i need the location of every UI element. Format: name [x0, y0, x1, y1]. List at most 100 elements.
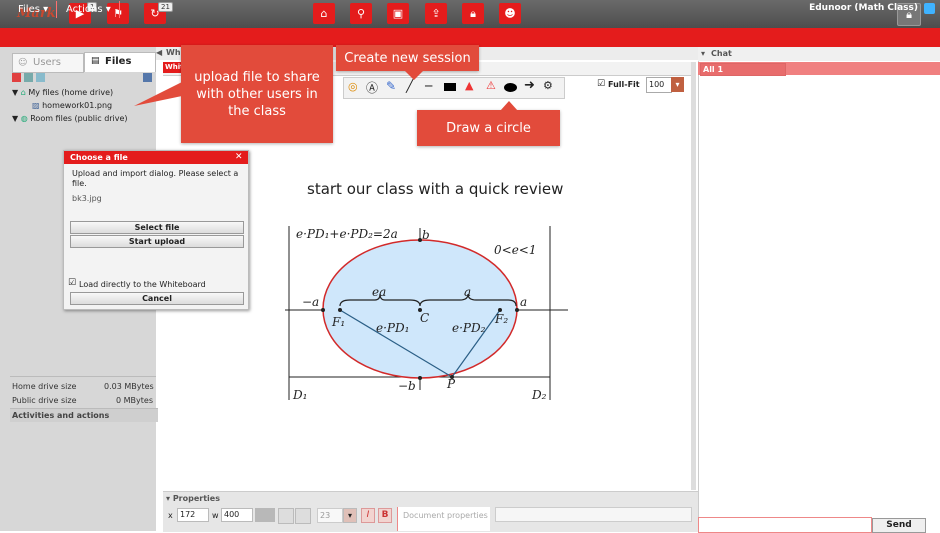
document-properties-field[interactable]: Document properties: [397, 507, 490, 531]
fullfit-label: Full-Fit: [608, 80, 640, 89]
refresh-files-icon[interactable]: [36, 73, 45, 82]
globe-icon: ◍: [20, 114, 28, 123]
collapse-left-icon[interactable]: ◀: [156, 48, 162, 57]
home-button[interactable]: ⌂: [313, 3, 335, 24]
font-size-input[interactable]: 23: [317, 508, 343, 523]
home-drive-value: 0.03 MBytes: [104, 382, 154, 391]
vertex-left-point: [321, 308, 325, 312]
search-icon: ⚲: [356, 7, 366, 20]
activities-header[interactable]: Activities and actions: [10, 408, 158, 422]
load-whiteboard-label: Load directly to the Whiteboard: [79, 280, 206, 289]
upload-icon[interactable]: [24, 73, 33, 82]
label-neg-a: −a: [302, 295, 319, 309]
users-icon: ☺: [18, 58, 28, 68]
start-upload-button[interactable]: Start upload: [70, 235, 244, 248]
lock-button[interactable]: 🔒︎: [462, 3, 484, 24]
color-swatch[interactable]: [255, 508, 275, 522]
zoom-dropdown-button[interactable]: ▾: [671, 77, 684, 92]
share-icon: ⇪: [431, 7, 441, 20]
collapse-chat-icon[interactable]: ▾: [701, 49, 705, 58]
profile-button[interactable]: ▣: [387, 3, 409, 24]
tree-room-files[interactable]: ▼ ◍ Room files (public drive): [12, 114, 128, 123]
label-neg-b: −b: [398, 379, 416, 393]
label-epd1: e·PD₁: [376, 321, 409, 335]
files-menu[interactable]: Files ▾: [10, 1, 58, 18]
rectangle-icon[interactable]: [444, 83, 456, 91]
warning-icon[interactable]: ⚠: [486, 79, 496, 92]
hline-icon[interactable]: ─: [425, 79, 432, 93]
label-ea: ea: [372, 285, 386, 299]
upload-tooltip-pointer: [134, 82, 182, 106]
vertex-right-point: [515, 308, 519, 312]
cancel-button[interactable]: Cancel: [70, 292, 244, 305]
dialog-title: Choose a file: [70, 153, 128, 162]
paint-icon[interactable]: ◎: [348, 80, 358, 93]
circle-tooltip-pointer: [500, 101, 518, 111]
load-whiteboard-checkbox[interactable]: ☑: [68, 278, 76, 288]
fullfit-checkbox[interactable]: ☑: [597, 79, 605, 89]
label-a-brace: a: [464, 285, 471, 299]
arrow-icon[interactable]: ➜: [524, 78, 535, 93]
group-icon: ☻: [504, 7, 516, 20]
upload-tooltip: upload file to share with other users in…: [181, 45, 333, 143]
line-icon[interactable]: ╱: [406, 79, 413, 93]
chat-panel: [698, 47, 940, 531]
w-input[interactable]: 400: [221, 508, 253, 522]
properties-header[interactable]: ▾ Properties: [166, 494, 220, 503]
tab-users[interactable]: ☺ Users: [12, 53, 84, 73]
new-session-button[interactable]: ⇪: [425, 3, 447, 24]
delete-file-icon[interactable]: [143, 73, 152, 82]
dialog-titlebar: Choose a file ✕: [64, 151, 248, 164]
settings-icon[interactable]: ⚙: [543, 79, 553, 92]
selected-filename: bk3.jpg: [72, 194, 102, 203]
whiteboard-scrollbar[interactable]: [691, 62, 696, 490]
formula-label: e·PD₁+e·PD₂=2a: [296, 227, 398, 241]
text-icon[interactable]: Ⓐ: [366, 79, 378, 96]
italic-button[interactable]: I: [361, 508, 375, 523]
x-input[interactable]: 172: [177, 508, 209, 522]
close-icon[interactable]: ✕: [235, 152, 243, 162]
lock-icon: 🔒︎: [470, 6, 476, 20]
select-file-button[interactable]: Select file: [70, 221, 244, 234]
users-button[interactable]: ☻: [499, 3, 521, 24]
label-d2: D₂: [531, 388, 547, 402]
new-folder-icon[interactable]: [12, 73, 21, 82]
folder-icon: ▤: [91, 56, 100, 66]
id-card-icon: ▣: [392, 7, 404, 20]
fill-icon[interactable]: [278, 508, 294, 524]
actions-menu[interactable]: Actions ▾: [58, 1, 120, 18]
circle-icon[interactable]: [504, 83, 517, 92]
font-size-dropdown[interactable]: ▾: [343, 508, 357, 523]
label-f2: F₂: [494, 312, 508, 326]
search-button[interactable]: ⚲: [350, 3, 372, 24]
session-tooltip-pointer: [405, 71, 423, 80]
home-drive-label: Home drive size: [12, 382, 77, 391]
circle-tooltip: Draw a circle: [417, 110, 560, 146]
w-label: w: [212, 511, 219, 520]
label-c: C: [420, 311, 429, 325]
chat-recipient-select[interactable]: All 1: [700, 63, 786, 76]
bottom-point: [418, 376, 422, 380]
upload-dialog: Choose a file ✕ Upload and import dialog…: [63, 150, 249, 310]
focus1-point: [338, 308, 342, 312]
tree-homework-file[interactable]: ▨ homework01.png: [32, 101, 112, 110]
document-properties-input[interactable]: [495, 507, 692, 522]
tab-files[interactable]: ▤ Files: [84, 52, 156, 72]
monitor-icon[interactable]: [924, 3, 935, 14]
highlight-icon[interactable]: ▲: [465, 79, 473, 92]
pen-icon[interactable]: ✎: [386, 79, 396, 93]
sessions-badge: 21: [158, 2, 173, 12]
tree-my-files[interactable]: ▼ ⌂ My files (home drive): [12, 88, 113, 97]
public-drive-value: 0 MBytes: [116, 396, 153, 405]
zoom-input[interactable]: 100: [646, 77, 672, 93]
home-icon: ⌂: [320, 7, 328, 20]
whiteboard-title: start our class with a quick review: [307, 180, 564, 198]
user-info: Edunoor (Math Class): [809, 3, 918, 13]
stroke-icon[interactable]: [295, 508, 311, 524]
constraint-label: 0<e<1: [494, 243, 536, 257]
bold-button[interactable]: B: [378, 508, 392, 523]
chat-header: ▾ Chat: [698, 47, 940, 61]
label-f1: F₁: [331, 315, 345, 329]
image-file-icon: ▨: [32, 101, 40, 110]
session-tooltip: Create new session: [336, 45, 479, 71]
